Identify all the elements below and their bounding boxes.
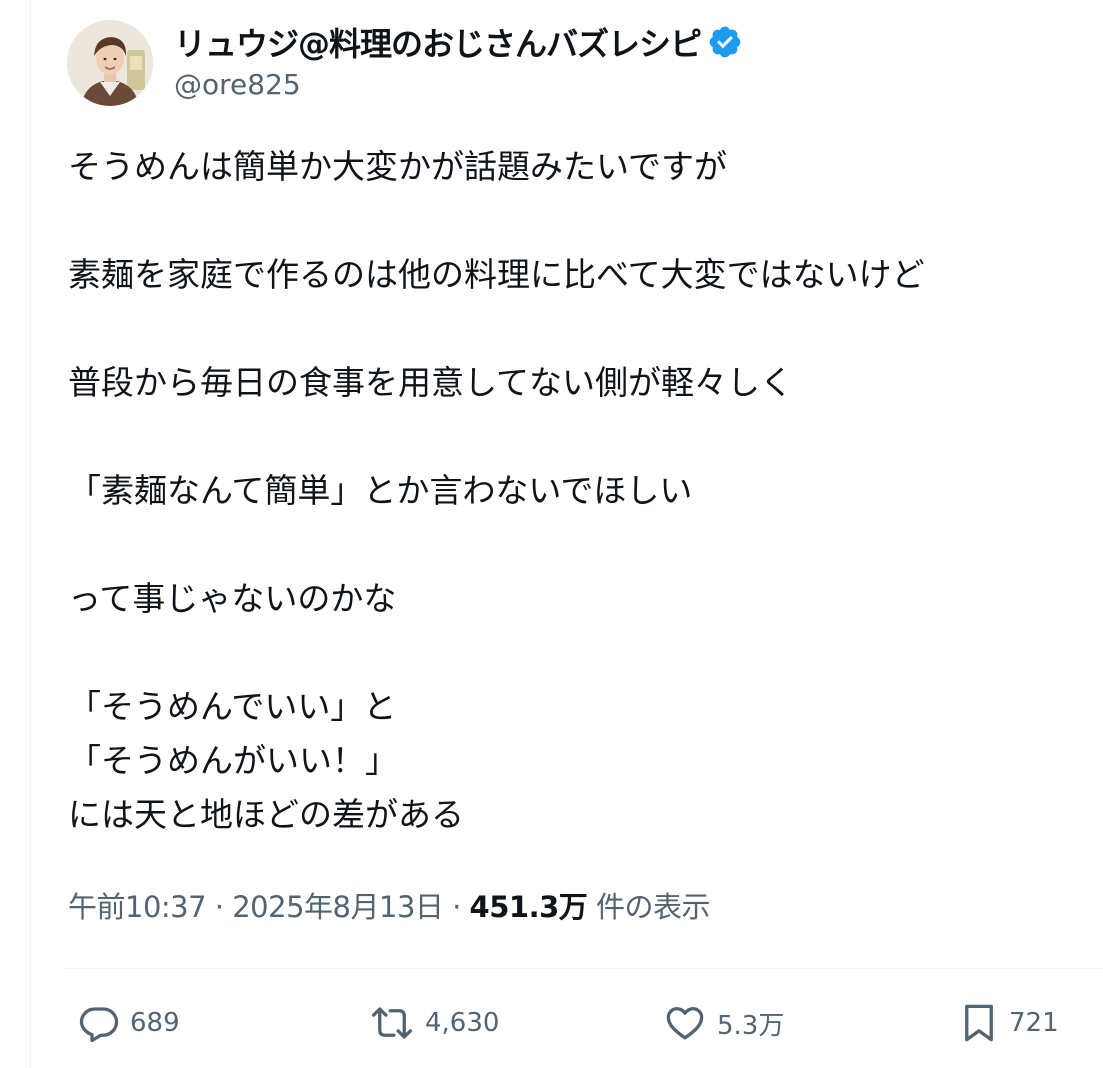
tweet-text: そうめんは簡単か大変かが話題みたいですが 素麺を家庭で作るのは他の料理に比べて大… [68, 140, 1088, 842]
meta-separator: · [214, 890, 224, 924]
tweet-line: には天と地ほどの差がある [68, 795, 464, 834]
verified-badge-icon [707, 24, 743, 60]
meta-separator: · [452, 890, 461, 924]
action-bar: 689 4,630 5.3万 721 [31, 995, 1103, 1051]
tweet-line: そうめんは簡単か大変かが話題みたいですが [68, 147, 728, 186]
author-name[interactable]: リュウジ@料理のおじさんバズレシピ [174, 20, 743, 64]
author-handle[interactable]: @ore825 [174, 68, 301, 101]
tweet-line: 「そうめんでいい」と [68, 687, 397, 726]
repost-count: 4,630 [425, 1008, 500, 1038]
tweet-time[interactable]: 午前10:37 [68, 890, 207, 924]
divider [65, 968, 1103, 969]
tweet-line: 素麺を家庭で作るのは他の料理に比べて大変ではないけど [68, 255, 925, 294]
author-name-text: リュウジ@料理のおじさんバズレシピ [174, 25, 702, 63]
avatar-image [67, 20, 153, 106]
views-label: 件の表示 [596, 890, 711, 924]
like-button[interactable]: 5.3万 [663, 995, 784, 1051]
repost-button[interactable]: 4,630 [369, 995, 499, 1051]
tweet-line: って事じゃないのかな [68, 579, 397, 618]
tweet-line: 普段から毎日の食事を用意してない側が軽々しく [68, 363, 794, 402]
repost-icon [369, 1002, 415, 1044]
reply-icon [78, 1002, 120, 1044]
like-count: 5.3万 [717, 1010, 785, 1041]
bookmark-icon [959, 1002, 999, 1044]
tweet-line: 「そうめんがいい！」 [68, 741, 398, 780]
reply-count: 689 [130, 1008, 180, 1038]
tweet-line: 「素麺なんて簡単」とか言わないでほしい [68, 471, 693, 510]
tweet-card: リュウジ@料理のおじさんバズレシピ @ore825 そうめんは簡単か大変かが話題… [30, 0, 1103, 1068]
tweet-date[interactable]: 2025年8月13日 [232, 890, 444, 924]
bookmark-count: 721 [1009, 1008, 1059, 1038]
heart-icon [663, 1002, 707, 1044]
bookmark-button[interactable]: 721 [959, 995, 1059, 1051]
tweet-meta: 午前10:37 · 2025年8月13日 · 451.3万 件の表示 [68, 884, 711, 926]
reply-button[interactable]: 689 [78, 995, 180, 1051]
avatar[interactable] [67, 20, 153, 106]
views-count[interactable]: 451.3万 [470, 890, 588, 924]
